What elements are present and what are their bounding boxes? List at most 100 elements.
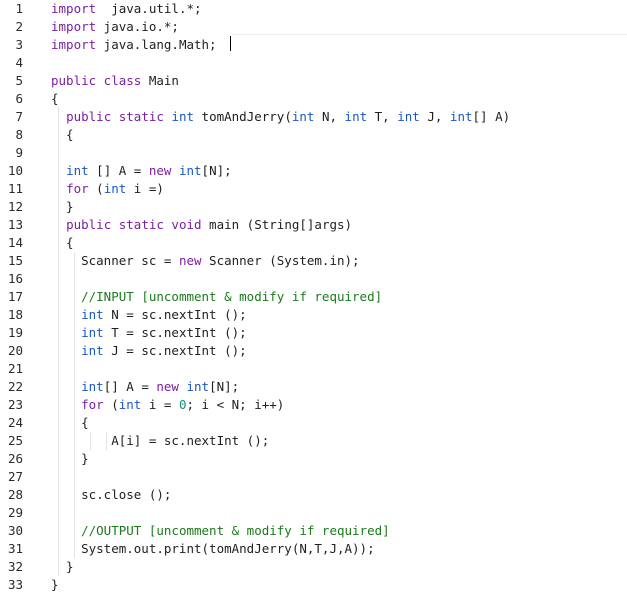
code-token: } bbox=[51, 577, 59, 592]
code-token: T = sc.nextInt (); bbox=[103, 325, 247, 340]
line-number: 15 bbox=[7, 253, 23, 268]
code-text: { bbox=[51, 234, 74, 252]
code-line[interactable]: 14 { bbox=[0, 234, 627, 252]
code-token: int bbox=[397, 109, 420, 124]
code-token: J = sc.nextInt (); bbox=[103, 343, 247, 358]
code-token: sc.close (); bbox=[51, 487, 172, 502]
code-text: import java.io.*; bbox=[51, 18, 179, 36]
code-line[interactable]: 31 System.out.print(tomAndJerry(N,T,J,A)… bbox=[0, 540, 627, 558]
code-token: java.io.*; bbox=[96, 19, 179, 34]
code-line[interactable]: 22 int[] A = new int[N]; bbox=[0, 378, 627, 396]
code-line[interactable]: 28 sc.close (); bbox=[0, 486, 627, 504]
code-line[interactable]: 18 int N = sc.nextInt (); bbox=[0, 306, 627, 324]
line-number: 18 bbox=[7, 307, 23, 322]
code-text: //OUTPUT [uncomment & modify if required… bbox=[51, 522, 390, 540]
code-line[interactable]: 13 public static void main (String[]args… bbox=[0, 216, 627, 234]
code-line[interactable]: 32 } bbox=[0, 558, 627, 576]
code-line[interactable]: 17 //INPUT [uncomment & modify if requir… bbox=[0, 288, 627, 306]
code-line[interactable]: 10 int [] A = new int[N]; bbox=[0, 162, 627, 180]
code-line[interactable]: 25 A[i] = sc.nextInt (); bbox=[0, 432, 627, 450]
code-text: { bbox=[51, 126, 74, 144]
line-number: 13 bbox=[7, 217, 23, 232]
code-line[interactable]: 30 //OUTPUT [uncomment & modify if requi… bbox=[0, 522, 627, 540]
code-token: java.lang.Math; bbox=[96, 37, 217, 52]
code-token: //INPUT [uncomment & modify if required] bbox=[81, 289, 383, 304]
code-text: public static void main (String[]args) bbox=[51, 216, 352, 234]
line-number: 22 bbox=[7, 379, 23, 394]
code-text: public class Main bbox=[51, 72, 179, 90]
line-number: 16 bbox=[7, 271, 23, 286]
code-line[interactable]: 16 bbox=[0, 270, 627, 288]
code-text: } bbox=[51, 576, 59, 594]
code-token: [] A = bbox=[88, 163, 149, 178]
code-token: Scanner sc = bbox=[51, 253, 179, 268]
code-line[interactable]: 11 for (int i =) bbox=[0, 180, 627, 198]
code-token: int bbox=[81, 325, 104, 340]
code-line[interactable]: 9 bbox=[0, 144, 627, 162]
code-token: import bbox=[51, 19, 97, 34]
code-token: N = sc.nextInt (); bbox=[103, 307, 247, 322]
line-number: 6 bbox=[15, 91, 23, 106]
code-token: A[i] = sc.nextInt (); bbox=[51, 433, 270, 448]
code-line[interactable]: 15 Scanner sc = new Scanner (System.in); bbox=[0, 252, 627, 270]
code-token: int bbox=[81, 343, 104, 358]
code-line[interactable]: 20 int J = sc.nextInt (); bbox=[0, 342, 627, 360]
code-token: i = bbox=[141, 397, 179, 412]
code-text: int[] A = new int[N]; bbox=[51, 378, 239, 396]
code-line[interactable]: 19 int T = sc.nextInt (); bbox=[0, 324, 627, 342]
code-token: int bbox=[118, 397, 142, 412]
code-token: int bbox=[186, 379, 210, 394]
code-token: public class bbox=[51, 73, 142, 88]
code-line[interactable]: 27 bbox=[0, 468, 627, 486]
code-text: int [] A = new int[N]; bbox=[51, 162, 232, 180]
code-line[interactable]: 23 for (int i = 0; i < N; i++) bbox=[0, 396, 627, 414]
code-line[interactable]: 5 public class Main bbox=[0, 72, 627, 90]
code-line[interactable]: 24 { bbox=[0, 414, 627, 432]
code-token: [N]; bbox=[209, 379, 240, 394]
line-number: 25 bbox=[7, 433, 23, 448]
line-number: 4 bbox=[15, 55, 23, 70]
code-token: { bbox=[51, 415, 89, 430]
line-number: 1 bbox=[15, 1, 23, 16]
line-number: 7 bbox=[15, 109, 23, 124]
code-token: new bbox=[148, 163, 172, 178]
code-line[interactable]: 6{ bbox=[0, 90, 627, 108]
code-token: for bbox=[66, 181, 89, 196]
code-editor[interactable]: 1 import java.util.*; 2 import java.io.*; 3 i… bbox=[0, 0, 627, 604]
code-token: { bbox=[51, 127, 74, 142]
code-line[interactable]: 26 } bbox=[0, 450, 627, 468]
line-number: 23 bbox=[7, 397, 23, 412]
code-token: //OUTPUT [uncomment & modify if required… bbox=[81, 523, 390, 538]
code-token: { bbox=[51, 235, 74, 250]
code-text: sc.close (); bbox=[51, 486, 171, 504]
line-number: 9 bbox=[15, 145, 23, 160]
code-line[interactable]: 3 import java.lang.Math; bbox=[0, 36, 627, 54]
code-line[interactable]: 8 { bbox=[0, 126, 627, 144]
code-token: new bbox=[156, 379, 179, 394]
code-line[interactable]: 12 } bbox=[0, 198, 627, 216]
code-line[interactable]: 4 bbox=[0, 54, 627, 72]
code-line[interactable]: 2 import java.io.*; bbox=[0, 18, 627, 36]
code-line[interactable]: 33} bbox=[0, 576, 627, 594]
code-token: int bbox=[66, 163, 89, 178]
code-token: N, bbox=[314, 109, 345, 124]
code-text: } bbox=[51, 198, 74, 216]
code-line[interactable]: 29 bbox=[0, 504, 627, 522]
line-number: 19 bbox=[7, 325, 23, 340]
line-number: 3 bbox=[15, 37, 23, 52]
code-token: int bbox=[178, 163, 202, 178]
code-token: int bbox=[103, 181, 127, 196]
code-line[interactable]: 7 public static int tomAndJerry(int N, i… bbox=[0, 108, 627, 126]
code-token: public static bbox=[66, 109, 164, 124]
code-line[interactable]: 1 import java.util.*; bbox=[0, 0, 627, 18]
code-token: } bbox=[51, 559, 74, 574]
code-line[interactable]: 21 bbox=[0, 360, 627, 378]
